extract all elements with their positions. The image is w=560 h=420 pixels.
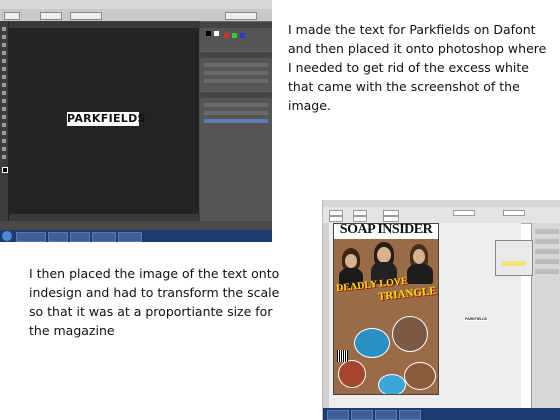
cover-person-face — [413, 249, 425, 264]
options-field[interactable] — [70, 12, 102, 20]
layer-row[interactable] — [204, 111, 268, 115]
tool-preset-picker[interactable] — [4, 12, 20, 20]
color-panel-tab[interactable] — [200, 21, 272, 28]
taskbar-button[interactable] — [118, 232, 142, 242]
swatches-floating-panel[interactable] — [495, 240, 533, 276]
panel-button-layers[interactable] — [535, 239, 559, 244]
taskbar-button[interactable] — [351, 410, 373, 420]
windows-start-icon[interactable] — [2, 231, 12, 241]
marquee-tool-icon[interactable] — [2, 35, 6, 39]
layers-panel-tab[interactable] — [200, 91, 272, 98]
color-swatch[interactable] — [232, 33, 237, 38]
panel-button-stroke[interactable] — [535, 259, 559, 264]
indesign-control-panel — [323, 207, 560, 224]
cover-person-face — [377, 247, 391, 263]
cover-circle-photo — [404, 362, 436, 390]
layer-row[interactable] — [204, 103, 268, 107]
magic-wand-tool-icon[interactable] — [2, 51, 6, 55]
path-select-tool-icon[interactable] — [2, 131, 6, 135]
layer-row-selected[interactable] — [204, 119, 268, 123]
shape-tool-icon[interactable] — [2, 139, 6, 143]
color-swatch[interactable] — [240, 33, 245, 38]
height-field[interactable] — [353, 216, 367, 222]
gradient-tool-icon[interactable] — [2, 99, 6, 103]
indesign-screenshot: SOAP INSIDER DEADLY LOVE TRIANGLE PARKFI… — [322, 200, 560, 420]
cover-barcode — [337, 350, 348, 362]
caption-photoshop-step: I made the text for Parkfields on Dafont… — [288, 22, 547, 113]
crop-tool-icon[interactable] — [2, 59, 6, 63]
yellow-swatch[interactable] — [502, 261, 526, 266]
taskbar-button[interactable] — [92, 232, 116, 242]
stroke-field[interactable] — [453, 210, 475, 216]
windows-taskbar — [323, 408, 560, 420]
taskbar-button[interactable] — [327, 410, 349, 420]
cover-circle-badge — [354, 328, 390, 358]
cover-circle-badge — [378, 374, 406, 394]
eyedropper-tool-icon[interactable] — [2, 67, 6, 71]
taskbar-button[interactable] — [48, 232, 68, 242]
hand-tool-icon[interactable] — [2, 147, 6, 151]
eraser-tool-icon[interactable] — [2, 91, 6, 95]
caption-indesign-step: I then placed the image of the text onto… — [29, 266, 280, 338]
panel-row[interactable] — [204, 63, 268, 67]
cover-circle-photo — [392, 316, 428, 352]
windows-taskbar — [0, 230, 272, 242]
taskbar-button[interactable] — [399, 410, 421, 420]
photoshop-toolbox — [0, 21, 9, 221]
photoshop-status-bar — [9, 214, 203, 221]
type-tool-icon[interactable] — [2, 123, 6, 127]
brush-tool-icon[interactable] — [2, 75, 6, 79]
panel-button-pages[interactable] — [535, 229, 559, 234]
panel-button-swatches[interactable] — [535, 269, 559, 274]
cover-person-face — [345, 254, 357, 268]
color-swatch[interactable] — [214, 31, 219, 36]
magazine-cover[interactable]: SOAP INSIDER DEADLY LOVE TRIANGLE — [333, 223, 439, 395]
stamp-tool-icon[interactable] — [2, 83, 6, 87]
foreground-color-swatch[interactable] — [2, 167, 8, 173]
y-field[interactable] — [329, 216, 343, 222]
taskbar-button[interactable] — [375, 410, 397, 420]
color-swatch[interactable] — [206, 31, 211, 36]
taskbar-button[interactable] — [16, 232, 46, 242]
dodge-tool-icon[interactable] — [2, 107, 6, 111]
scale-y-field[interactable] — [383, 216, 399, 222]
zoom-tool-icon[interactable] — [2, 155, 6, 159]
panel-row[interactable] — [204, 71, 268, 75]
panel-row[interactable] — [204, 79, 268, 83]
photoshop-panels — [200, 21, 272, 221]
cover-masthead: SOAP INSIDER — [334, 224, 438, 239]
document-tab[interactable] — [9, 21, 203, 28]
move-tool-icon[interactable] — [2, 27, 6, 31]
taskbar-button[interactable] — [70, 232, 90, 242]
parkfields-text-image: PARKFIELDS — [67, 112, 146, 126]
color-swatch[interactable] — [224, 33, 229, 38]
options-field[interactable] — [40, 12, 62, 20]
indesign-right-panel — [531, 223, 560, 408]
cover-circle-photo — [338, 360, 366, 388]
indesign-menubar — [323, 200, 560, 207]
parkfields-placed-text[interactable]: PARKFIELDS — [464, 317, 489, 321]
options-field[interactable] — [503, 210, 525, 216]
panel-button-links[interactable] — [535, 249, 559, 254]
adjustments-panel-tab[interactable] — [200, 51, 272, 58]
photoshop-screenshot: PARKFIELDS — [0, 0, 272, 242]
lasso-tool-icon[interactable] — [2, 43, 6, 47]
workspace-switcher[interactable] — [225, 12, 257, 20]
photoshop-menubar — [0, 0, 272, 9]
pen-tool-icon[interactable] — [2, 115, 6, 119]
